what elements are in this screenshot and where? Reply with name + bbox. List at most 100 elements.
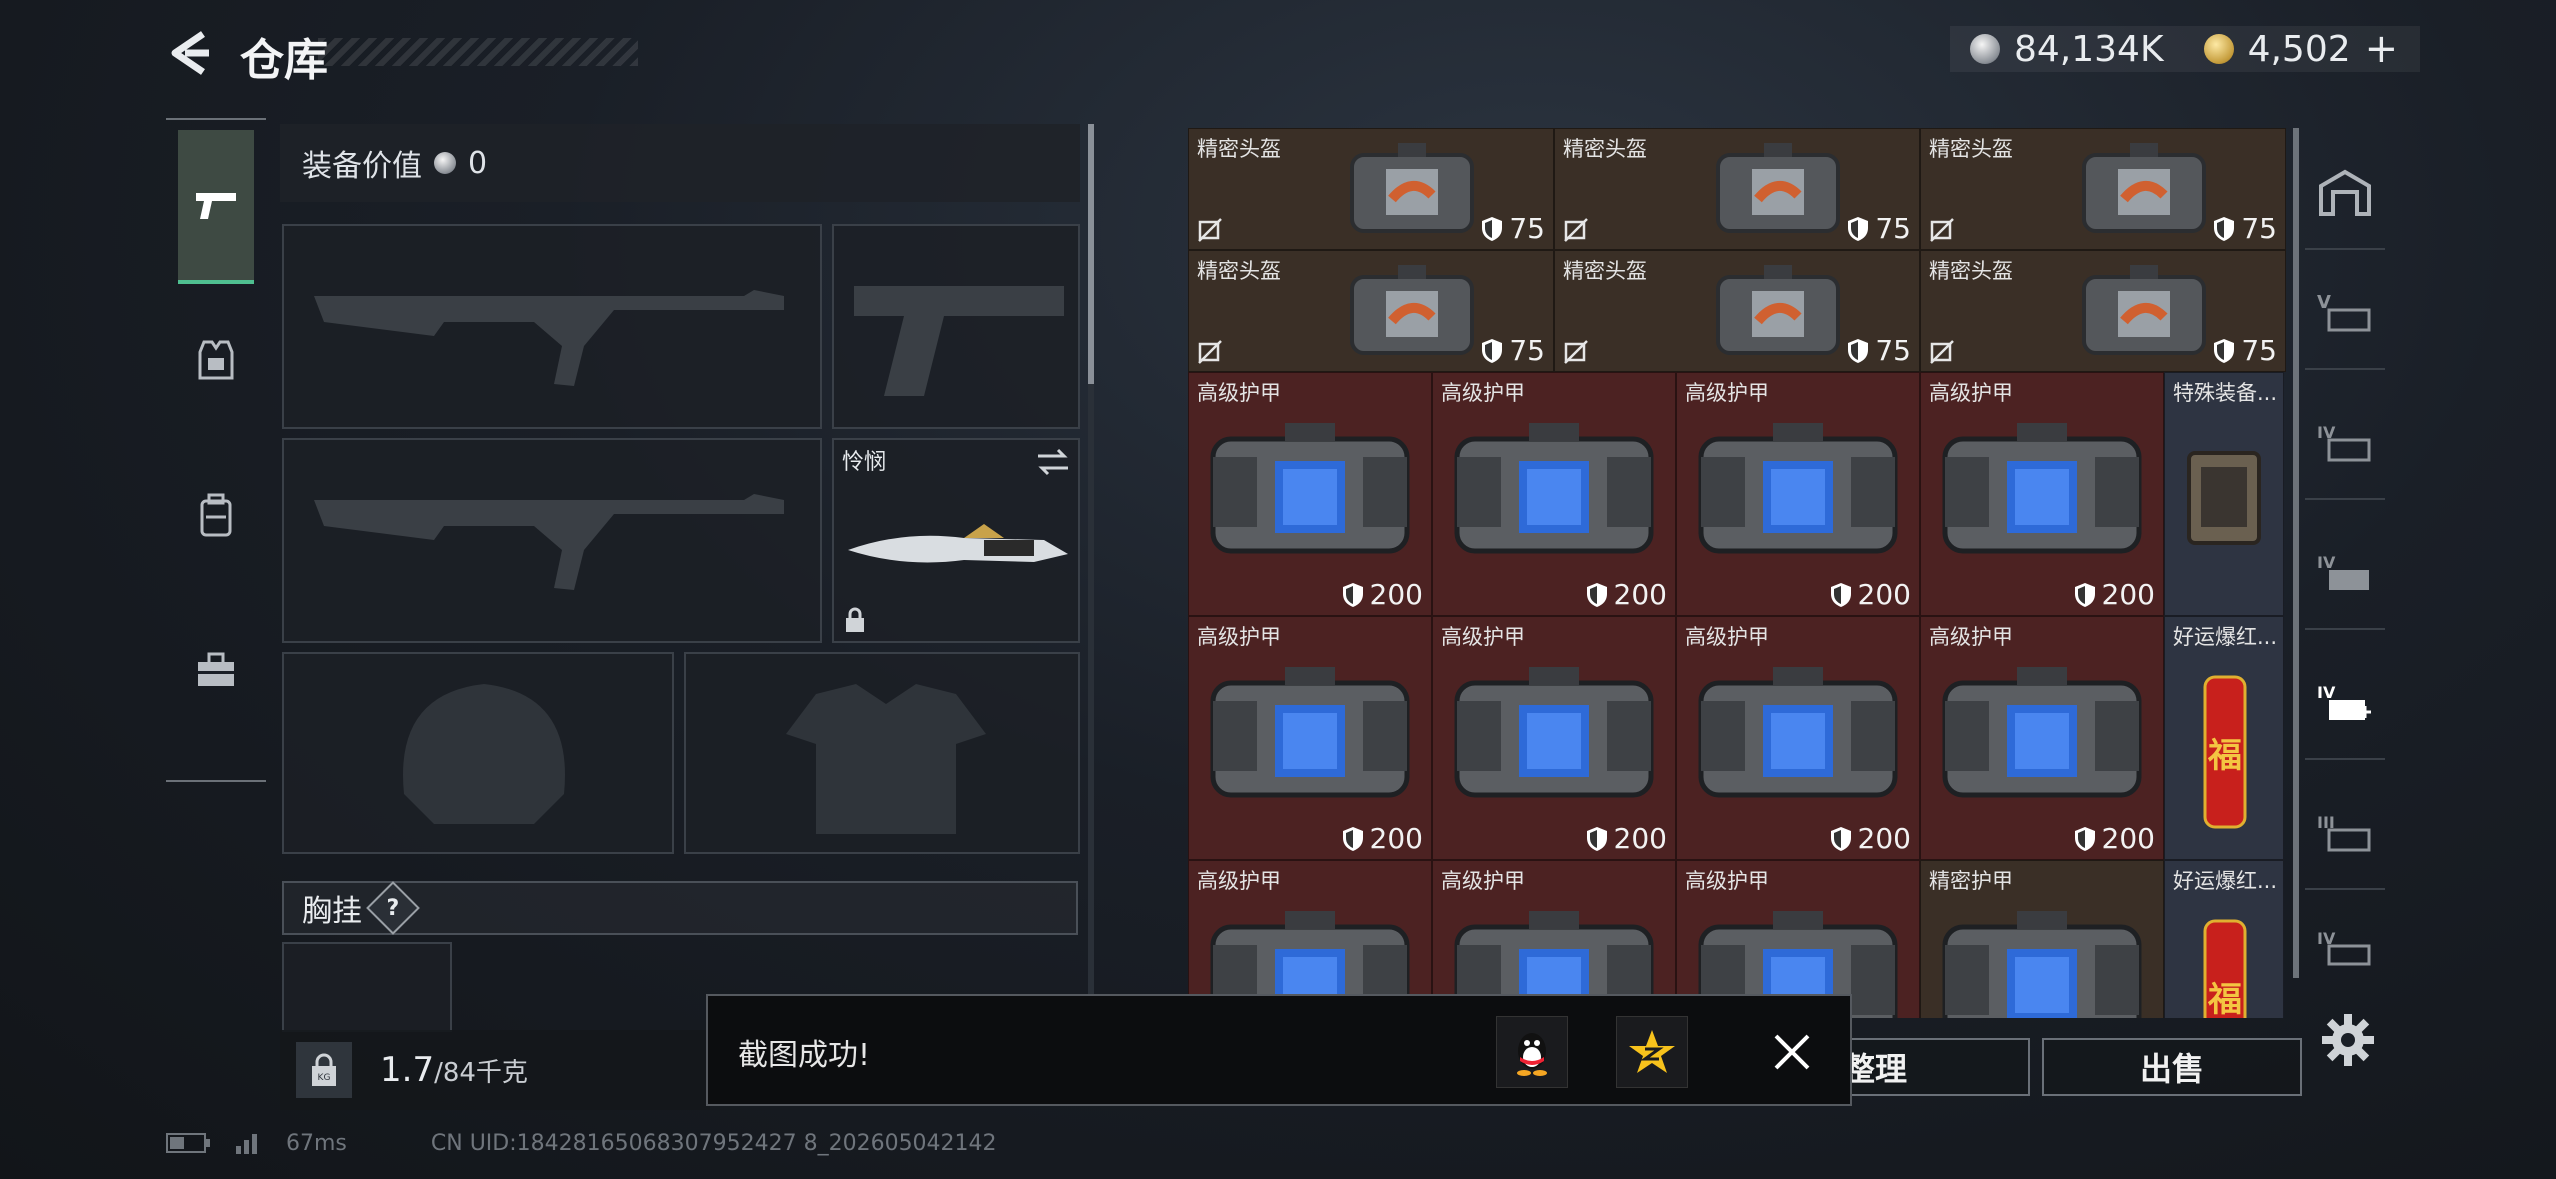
weight-readout: 1.7/84千克 xyxy=(380,1050,528,1090)
inventory-item[interactable]: 高级护甲 200 xyxy=(1432,616,1676,860)
silver-coin-icon xyxy=(1970,34,2000,64)
armor-bag-icon xyxy=(1454,423,1654,554)
tier-v-icon: V xyxy=(2317,292,2371,332)
nav-toolbox[interactable] xyxy=(178,595,254,745)
category-all[interactable] xyxy=(2305,138,2385,250)
toast-message: 截图成功! xyxy=(738,1038,871,1073)
inventory-item[interactable]: 精密头盔 75 xyxy=(1188,128,1554,250)
durability-value: 200 xyxy=(1613,578,1667,611)
backpack-icon xyxy=(200,493,232,537)
not-tradeable-icon xyxy=(1564,340,1588,364)
inventory-item[interactable]: 精密头盔 75 xyxy=(1920,128,2286,250)
inventory-item[interactable]: 高级护甲 200 xyxy=(1188,616,1432,860)
share-qzone-button[interactable] xyxy=(1616,1016,1688,1088)
armor-bag-icon xyxy=(1942,423,2142,554)
category-iv-a[interactable]: IV xyxy=(2305,388,2385,500)
inventory-item[interactable]: 精密头盔 75 xyxy=(1554,128,1920,250)
durability-value: 200 xyxy=(1369,578,1423,611)
item-name: 精密头盔 xyxy=(1929,259,2013,283)
weight-current: 1.7 xyxy=(380,1050,435,1090)
category-v[interactable]: V xyxy=(2305,258,2385,370)
inventory-item[interactable]: 高级护甲 200 xyxy=(1920,616,2164,860)
shield-icon xyxy=(1830,582,1851,607)
category-iii[interactable]: III xyxy=(2305,778,2385,890)
category-iv-plus[interactable]: IV xyxy=(2305,648,2385,760)
helmet-bag-icon xyxy=(1350,265,1474,355)
status-footer: 67ms CN UID:18428165068307952427 8_20260… xyxy=(166,1130,997,1156)
item-name: 高级护甲 xyxy=(1441,625,1525,649)
helmet-bag-icon xyxy=(2082,265,2206,355)
loadout-scroll-thumb[interactable] xyxy=(1088,124,1094,384)
inventory-item[interactable]: 高级护甲 200 xyxy=(1432,372,1676,616)
sidearm-slot[interactable] xyxy=(832,224,1080,429)
not-tradeable-icon xyxy=(1930,218,1954,242)
shield-icon xyxy=(1342,582,1363,607)
chest-rig-slot[interactable] xyxy=(282,942,452,1032)
helmet-bag-icon xyxy=(1350,143,1474,233)
durability-value: 75 xyxy=(1509,334,1545,367)
item-durability: 200 xyxy=(1342,578,1423,611)
armor-bag-icon xyxy=(1698,423,1898,554)
equipment-case-icon xyxy=(2187,451,2261,545)
nav-weapons[interactable] xyxy=(178,130,254,284)
item-durability: 75 xyxy=(1847,212,1911,245)
close-icon[interactable] xyxy=(1772,1032,1812,1072)
item-durability: 200 xyxy=(1586,578,1667,611)
help-icon[interactable]: ? xyxy=(366,881,420,935)
svg-text:IV: IV xyxy=(2317,553,2336,572)
inventory-item[interactable]: 特殊装备... xyxy=(2164,372,2284,616)
item-name: 高级护甲 xyxy=(1685,625,1769,649)
weight-max: /84千克 xyxy=(434,1058,528,1088)
item-durability: 200 xyxy=(1830,822,1911,855)
lock-icon xyxy=(846,607,864,632)
secondary-weapon-slot[interactable] xyxy=(282,438,822,643)
nav-backpack[interactable] xyxy=(178,440,254,590)
nav-armor[interactable] xyxy=(178,285,254,435)
durability-value: 200 xyxy=(1857,578,1911,611)
inventory-item[interactable]: 精密头盔 75 xyxy=(1920,250,2286,372)
chest-rig-header: 胸挂 ? xyxy=(282,881,1078,935)
helmet-slot[interactable] xyxy=(282,652,674,854)
primary-weapon-slot[interactable] xyxy=(282,224,822,429)
category-bar: V IV IV IV III IV xyxy=(2305,128,2385,1008)
share-qq-button[interactable] xyxy=(1496,1016,1568,1088)
back-arrow-icon[interactable] xyxy=(165,28,215,78)
item-durability: 75 xyxy=(1847,334,1911,367)
not-tradeable-icon xyxy=(1930,340,1954,364)
inventory-item[interactable]: 好运爆红... 福 xyxy=(2164,860,2284,1018)
inventory-item[interactable]: 精密头盔 75 xyxy=(1188,250,1554,372)
battery-icon xyxy=(166,1133,210,1153)
item-durability: 200 xyxy=(2074,578,2155,611)
inventory-item[interactable]: 精密护甲 xyxy=(1920,860,2164,1018)
silver-coin-icon xyxy=(434,152,456,174)
settings-gear-icon[interactable] xyxy=(2320,1012,2376,1068)
equipment-value-amount: 0 xyxy=(468,145,488,181)
item-name: 高级护甲 xyxy=(1685,869,1769,893)
durability-value: 75 xyxy=(2241,334,2277,367)
shield-icon xyxy=(1848,216,1869,241)
shield-icon xyxy=(1482,338,1503,363)
body-armor-slot[interactable] xyxy=(684,652,1080,854)
not-tradeable-icon xyxy=(1198,218,1222,242)
inventory-item[interactable]: 精密头盔 75 xyxy=(1554,250,1920,372)
category-iv-b[interactable]: IV xyxy=(2305,518,2385,630)
swap-icon[interactable] xyxy=(1036,448,1070,476)
sell-button[interactable]: 出售 xyxy=(2042,1038,2302,1096)
inventory-scrollbar[interactable] xyxy=(2293,128,2299,978)
durability-value: 200 xyxy=(1857,822,1911,855)
durability-value: 200 xyxy=(1613,822,1667,855)
armor-silhouette-icon xyxy=(786,684,986,834)
shield-icon xyxy=(2214,338,2235,363)
shield-icon xyxy=(1342,826,1363,851)
inventory-item[interactable]: 高级护甲 200 xyxy=(1920,372,2164,616)
svg-text:IV: IV xyxy=(2317,683,2336,702)
add-currency-button[interactable]: + xyxy=(2365,26,2399,72)
item-name: 高级护甲 xyxy=(1197,869,1281,893)
inventory-item[interactable]: 高级护甲 200 xyxy=(1676,372,1920,616)
category-iv-c[interactable]: IV xyxy=(2305,908,2385,988)
inventory-item[interactable]: 高级护甲 200 xyxy=(1676,616,1920,860)
melee-slot[interactable]: 怜悯 xyxy=(832,438,1080,643)
inventory-item[interactable]: 高级护甲 200 xyxy=(1188,372,1432,616)
title-decoration xyxy=(318,38,638,66)
inventory-item[interactable]: 好运爆红... 福 xyxy=(2164,616,2284,860)
